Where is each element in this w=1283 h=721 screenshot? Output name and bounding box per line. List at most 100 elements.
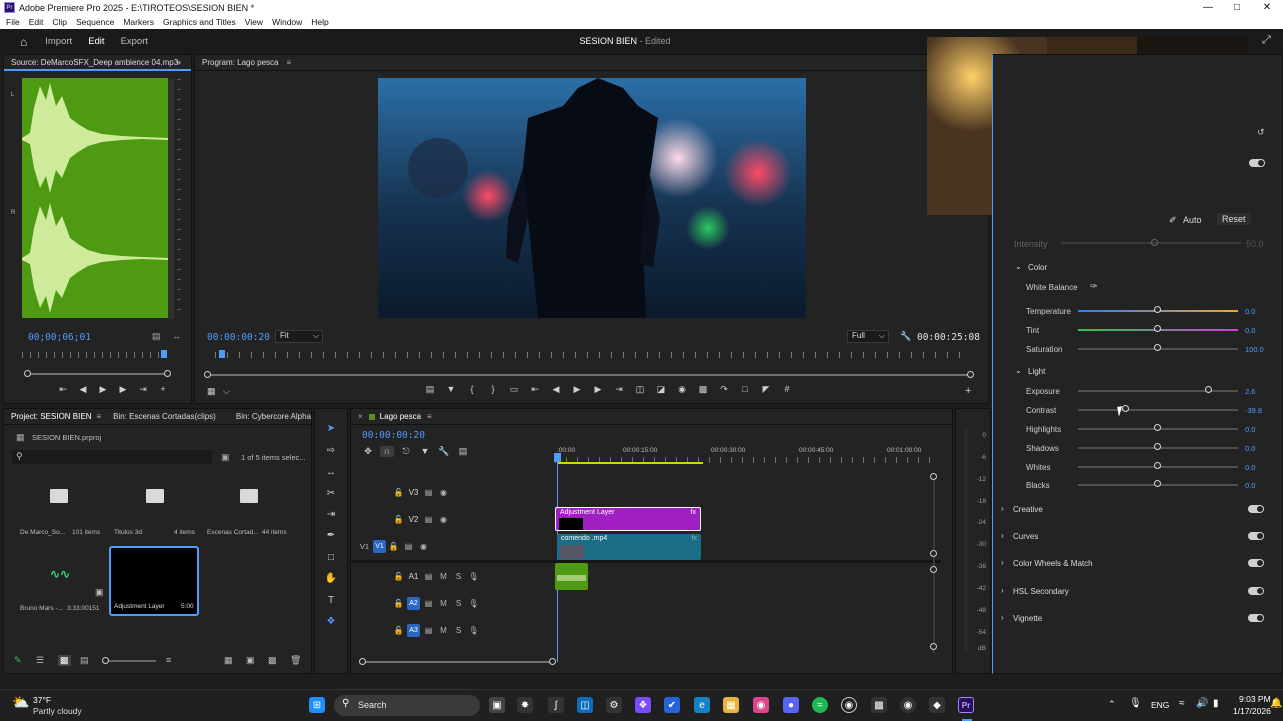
solo-button[interactable]: S	[451, 599, 466, 608]
chrome-icon[interactable]: ◉	[900, 697, 916, 713]
close-button[interactable]: ✕	[1252, 0, 1282, 15]
lock-icon[interactable]: 🔓	[391, 572, 406, 581]
hsl-secondary-section[interactable]: › HSL Secondary	[993, 583, 1283, 599]
project-item-demarco[interactable]: De Marco_So... 101 items	[12, 481, 107, 541]
pen-tool-icon[interactable]: ✒	[322, 526, 340, 544]
go-to-out-icon[interactable]: ⇥	[612, 384, 626, 395]
sort-icon[interactable]: ≡	[166, 655, 171, 665]
tab-project[interactable]: Project: SESION BIEN	[11, 412, 91, 421]
track-a2-target[interactable]: A2	[407, 596, 420, 610]
wrench-icon[interactable]: 🔧	[900, 331, 911, 342]
new-bin-footer-icon[interactable]: ▣	[246, 655, 255, 666]
whites-value[interactable]: 0.0	[1245, 463, 1255, 472]
menu-help[interactable]: Help	[311, 17, 328, 27]
generative-tool-icon[interactable]: ❖	[322, 612, 340, 630]
obs-icon[interactable]: ◉	[841, 697, 857, 713]
nest-icon[interactable]: ✥	[361, 446, 375, 457]
chevron-down-icon[interactable]: ⌵	[223, 386, 230, 397]
program-playhead[interactable]	[219, 350, 225, 358]
openai-icon[interactable]: ✸	[517, 697, 533, 713]
spotify-icon[interactable]: ≈	[812, 697, 828, 713]
color-section-header[interactable]: ⌄ Color	[993, 259, 1283, 275]
snap-icon[interactable]: ◤	[759, 384, 773, 395]
menu-edit[interactable]: Edit	[29, 17, 44, 27]
wrench-icon[interactable]: 🔧	[437, 446, 451, 457]
panel-expand-icon[interactable]: »	[176, 57, 181, 67]
eye-icon[interactable]: ◉	[436, 515, 451, 524]
track-v1-source[interactable]: V1	[351, 542, 369, 551]
temperature-value[interactable]: 0.0	[1245, 307, 1255, 316]
track-v1-target[interactable]: V1	[373, 539, 386, 553]
solo-button[interactable]: S	[451, 626, 466, 635]
tab-bin-cybercore[interactable]: Bin: Cybercore Alphabi	[236, 412, 311, 421]
curves-section[interactable]: › Curves	[993, 528, 1283, 544]
mute-button[interactable]: M	[436, 626, 451, 635]
clock-date[interactable]: 1/17/2026	[1233, 706, 1271, 716]
slip-tool-icon[interactable]: ⇥	[322, 505, 340, 523]
creative-section[interactable]: › Creative	[993, 501, 1283, 517]
tab-import[interactable]: Import	[45, 36, 72, 47]
insert-icon[interactable]: ◫	[633, 384, 647, 395]
program-scrollbar[interactable]	[209, 374, 971, 376]
timeline-horizontal-scrollbar[interactable]	[363, 661, 553, 663]
whites-knob[interactable]	[1154, 462, 1161, 469]
selection-tool-icon[interactable]: ➤	[322, 419, 340, 437]
grid-icon[interactable]: #	[780, 384, 794, 395]
new-item-icon[interactable]: ▩	[268, 655, 277, 666]
adjustment-layer-clip[interactable]: Adjustment Layer fx	[555, 507, 701, 531]
add-marker-icon[interactable]: ▼	[418, 446, 432, 457]
lift-icon[interactable]: ▤	[423, 384, 437, 395]
film-icon[interactable]: ▤	[421, 599, 436, 608]
intensity-value[interactable]: 50.0	[1246, 239, 1264, 249]
panel-menu-icon[interactable]: ≡	[96, 412, 101, 421]
hand-tool-icon[interactable]: ✋	[322, 569, 340, 587]
source-scroll-start[interactable]	[24, 370, 31, 377]
premiere-taskbar-icon[interactable]: Pr	[958, 697, 974, 713]
shadows-knob[interactable]	[1154, 443, 1161, 450]
tab-export[interactable]: Export	[121, 36, 148, 47]
intensity-knob[interactable]	[1151, 239, 1158, 246]
eye-icon[interactable]: ◉	[416, 542, 431, 551]
source-title[interactable]: Source: DeMarcoSFX_Deep ambience 04.mp3	[11, 58, 178, 67]
mic-icon[interactable]: 🎙	[466, 599, 481, 608]
project-item-bruno[interactable]: ∿∿ ▣ Bruno Mars -... 3:33:00151	[12, 549, 107, 617]
timeline-timecode[interactable]: 00:00:00:20	[362, 430, 425, 441]
mute-button[interactable]: M	[436, 572, 451, 581]
weather-desc[interactable]: Partly cloudy	[33, 706, 82, 716]
curves-toggle[interactable]	[1248, 532, 1264, 540]
mark-in-icon[interactable]: {	[465, 384, 479, 395]
auto-button[interactable]: Auto	[1183, 215, 1202, 225]
step-back-icon[interactable]: ◀	[549, 384, 563, 395]
menu-window[interactable]: Window	[272, 17, 302, 27]
program-ruler[interactable]	[215, 352, 971, 358]
task-view-icon[interactable]: ▣	[489, 697, 505, 713]
cortana-icon[interactable]: ∫	[548, 697, 564, 713]
pencil-icon[interactable]: ✎	[14, 655, 22, 666]
ripple-edit-tool-icon[interactable]: ↔	[322, 463, 340, 481]
notion-icon[interactable]: ✔	[664, 697, 680, 713]
film-icon[interactable]: ▤	[421, 572, 436, 581]
lock-icon[interactable]: 🔓	[386, 542, 401, 551]
add-icon[interactable]: +	[156, 384, 170, 395]
creative-toggle[interactable]	[1248, 505, 1264, 513]
tab-bin-escenas[interactable]: Bin: Escenas Cortadas(clips)	[113, 412, 216, 421]
play-icon[interactable]: ▶	[570, 384, 584, 395]
marker-icon[interactable]: ▼	[444, 384, 458, 395]
source-scrollbar[interactable]	[28, 373, 168, 375]
source-ruler[interactable]	[22, 352, 165, 358]
trim-icon[interactable]: ↷	[717, 384, 731, 395]
snap-icon[interactable]: ∩	[380, 446, 394, 457]
light-section-header[interactable]: ⌄ Light	[993, 363, 1283, 379]
source-volume-rail[interactable]	[168, 79, 174, 319]
step-back-icon[interactable]: ◀	[76, 384, 90, 395]
shadows-value[interactable]: 0.0	[1245, 444, 1255, 453]
list-view-icon[interactable]: ☰	[36, 655, 44, 666]
trash-icon[interactable]: 🗑	[290, 655, 301, 666]
reset-button[interactable]: Reset	[1217, 213, 1251, 225]
weather-temp[interactable]: 37°F	[33, 695, 51, 705]
exposure-value[interactable]: 2.6	[1245, 387, 1255, 396]
lumetri-master-toggle[interactable]	[1249, 159, 1265, 167]
copilot-icon[interactable]: ❖	[635, 697, 651, 713]
mark-in-icon[interactable]: ⇤	[56, 384, 70, 395]
film-icon[interactable]: ▤	[401, 542, 416, 551]
